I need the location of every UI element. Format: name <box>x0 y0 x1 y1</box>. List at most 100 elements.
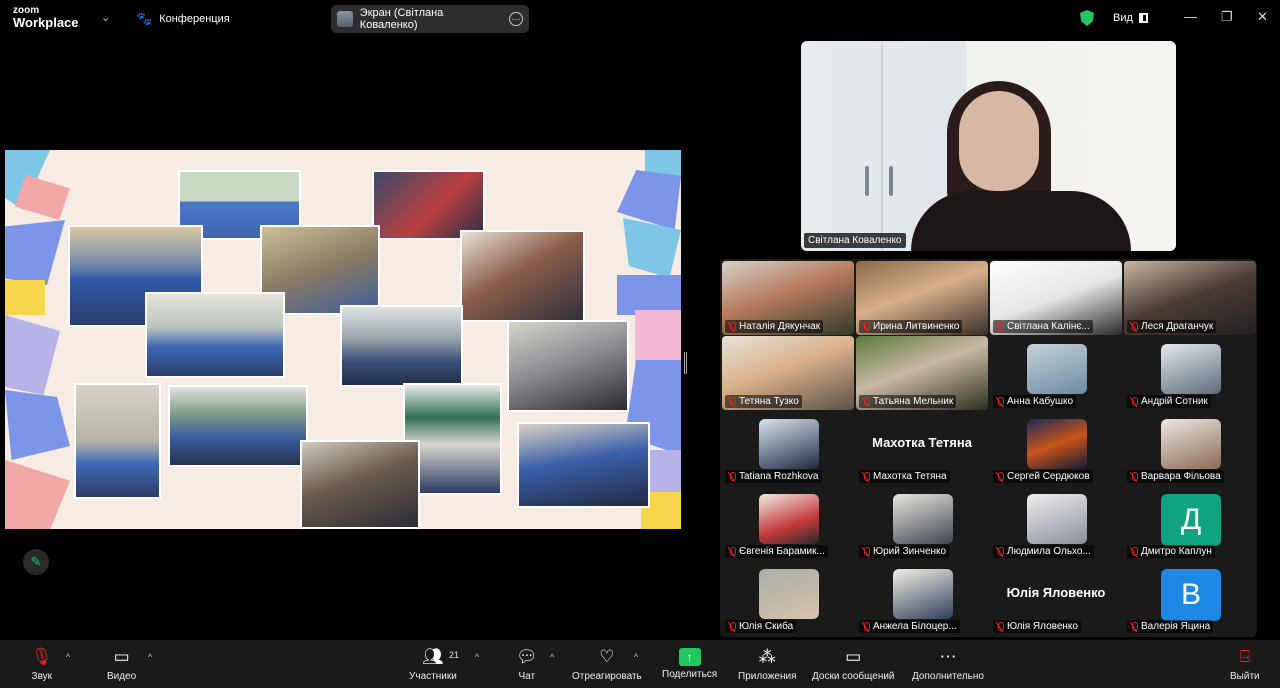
participant-tile[interactable]: Анжела Білоцер... <box>856 561 988 635</box>
mic-muted-icon <box>996 471 1004 482</box>
participant-label: Анжела Білоцер... <box>859 620 960 633</box>
apps-button[interactable]: ⁂ Приложения <box>738 646 797 682</box>
participant-label: Євгенія Барамик... <box>725 545 828 558</box>
participant-name: Андрій Сотник <box>1141 396 1208 407</box>
chevron-down-icon[interactable]: ⌄ <box>101 11 110 24</box>
chevron-up-icon[interactable]: ^ <box>634 652 638 662</box>
participant-tile[interactable]: Махотка Тетяна Махотка Тетяна <box>856 411 988 485</box>
mic-muted-icon <box>728 321 736 332</box>
chevron-up-icon[interactable]: ^ <box>550 652 554 662</box>
participant-tile[interactable]: Ирина Литвиненко <box>856 261 988 335</box>
view-button[interactable]: Вид <box>1113 12 1148 24</box>
participant-avatar <box>1027 494 1087 544</box>
participant-label: Світлана Калінє... <box>993 320 1093 333</box>
cabinet-line <box>881 41 883 251</box>
mic-muted-icon <box>728 621 736 632</box>
participant-initial: В <box>1161 569 1221 621</box>
zoom-window: zoom Workplace ⌄ 🐾 Конференция Экран (Св… <box>0 0 1280 688</box>
participant-tile[interactable]: Людмила Ольхо... <box>990 486 1122 560</box>
participant-label: Tatiana Rozhkova <box>725 470 822 483</box>
participant-tile[interactable]: Наталія Дякунчак <box>722 261 854 335</box>
close-icon[interactable]: ✕ <box>1257 9 1268 25</box>
more-button[interactable]: ⋯ Дополнительно <box>912 646 984 682</box>
chevron-up-icon[interactable]: ^ <box>66 652 70 662</box>
participant-avatar <box>759 569 819 619</box>
logo-bottom: Workplace <box>13 15 79 30</box>
participant-tile[interactable]: В Валерія Яцина <box>1124 561 1256 635</box>
participant-tile[interactable]: Варвара Фільова <box>1124 411 1256 485</box>
mic-muted-icon <box>728 396 736 407</box>
mic-muted-icon <box>728 471 736 482</box>
minimize-icon[interactable]: — <box>1184 9 1197 24</box>
participant-tile[interactable]: Сергей Сердюков <box>990 411 1122 485</box>
participant-tile[interactable]: Тетяна Тузко <box>722 336 854 410</box>
participant-name: Варвара Фільова <box>1141 471 1221 482</box>
mic-muted-icon <box>862 396 870 407</box>
mic-muted-icon <box>996 321 1004 332</box>
classroom-photo <box>517 422 650 508</box>
participant-display-name: Махотка Тетяна <box>872 435 972 450</box>
whiteboards-label: Доски сообщений <box>812 671 895 682</box>
more-icon: ⋯ <box>939 647 957 666</box>
cabinet-handle <box>865 166 869 196</box>
view-label: Вид <box>1113 12 1133 24</box>
participant-label: Леся Драганчук <box>1127 320 1217 333</box>
participant-tile[interactable]: Татьяна Мельник <box>856 336 988 410</box>
chat-icon: 💬︎ <box>516 647 538 666</box>
mic-muted-icon <box>996 396 1004 407</box>
chevron-up-icon[interactable]: ^ <box>475 652 479 662</box>
more-options-icon[interactable]: ··· <box>509 12 524 26</box>
zoom-logo[interactable]: zoom Workplace <box>13 6 79 30</box>
share-button[interactable]: ↑ Поделиться <box>662 646 717 680</box>
participant-tile[interactable]: Tatiana Rozhkova <box>722 411 854 485</box>
participant-tile[interactable]: Юрий Зинченко <box>856 486 988 560</box>
participant-label: Татьяна Мельник <box>859 395 957 408</box>
mic-muted-icon <box>996 546 1004 557</box>
whiteboards-button[interactable]: ▭ Доски сообщений <box>812 646 895 682</box>
encryption-shield-icon[interactable] <box>1080 10 1094 26</box>
mic-muted-icon <box>862 621 870 632</box>
participant-tile[interactable]: Євгенія Барамик... <box>722 486 854 560</box>
participant-tile[interactable]: Андрій Сотник <box>1124 336 1256 410</box>
active-speaker-video[interactable]: Світлана Коваленко <box>801 41 1176 251</box>
participant-tile[interactable]: Юлія Яловенко Юлія Яловенко <box>990 561 1122 635</box>
participant-tile[interactable]: Юлія Скиба <box>722 561 854 635</box>
participant-avatar <box>759 494 819 544</box>
restore-icon[interactable]: ❐ <box>1221 9 1233 25</box>
title-bar: zoom Workplace ⌄ 🐾 Конференция Экран (Св… <box>0 0 1280 38</box>
participant-tile[interactable]: Світлана Калінє... <box>990 261 1122 335</box>
participant-name: Сергей Сердюков <box>1007 471 1090 482</box>
meeting-info[interactable]: 🐾 Конференция <box>136 11 230 27</box>
participant-label: Юлія Скиба <box>725 620 797 633</box>
mic-muted-icon: 🎙︎ <box>31 647 53 666</box>
video-label: Видео <box>107 671 137 682</box>
annotate-pen-icon[interactable]: ✎ <box>23 549 49 575</box>
mic-muted-icon <box>1130 621 1138 632</box>
participant-name: Людмила Ольхо... <box>1007 546 1091 557</box>
resize-handle[interactable] <box>684 352 687 374</box>
decor-shape <box>635 310 681 365</box>
participant-tile[interactable]: Анна Кабушко <box>990 336 1122 410</box>
participant-avatar <box>759 419 819 469</box>
participant-tile[interactable]: Д Дмитро Каплун <box>1124 486 1256 560</box>
video-button[interactable]: ▭ Видео <box>107 646 136 682</box>
screen-share-indicator[interactable]: Экран (Світлана Коваленко) ··· <box>331 5 529 33</box>
audio-button[interactable]: 🎙︎ Звук <box>31 646 53 682</box>
classroom-photo <box>168 385 308 467</box>
participant-initial: Д <box>1161 494 1221 546</box>
chevron-up-icon[interactable]: ^ <box>148 652 152 662</box>
share-screen-icon: ↑ <box>678 648 701 666</box>
participant-label: Тетяна Тузко <box>725 395 802 408</box>
sharer-avatar <box>337 11 353 27</box>
whiteboard-icon: ▭ <box>845 647 862 666</box>
mic-muted-icon <box>862 321 870 332</box>
shared-screen[interactable] <box>5 150 681 529</box>
apps-icon: ⁂ <box>758 647 776 666</box>
leave-button[interactable]: ⍈ Выйти <box>1230 646 1260 682</box>
decor-shape <box>5 315 60 395</box>
participant-tile[interactable]: Леся Драганчук <box>1124 261 1256 335</box>
mic-muted-icon <box>1130 396 1138 407</box>
react-button[interactable]: ♡ Отреагировать <box>572 646 642 682</box>
chat-button[interactable]: 💬︎ Чат <box>516 646 538 682</box>
participant-name: Юлія Скиба <box>739 621 794 632</box>
